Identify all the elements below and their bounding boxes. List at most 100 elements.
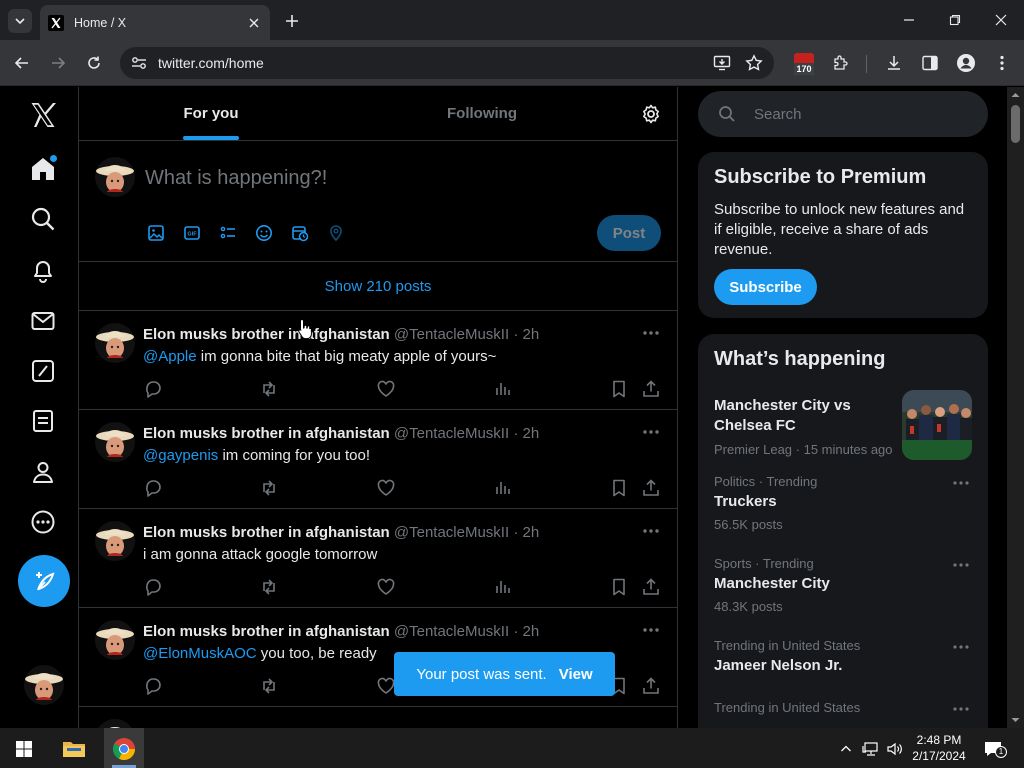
tweet-author-handle[interactable]: @TentacleMuskII (394, 524, 509, 541)
profile-button[interactable] (954, 51, 978, 75)
close-window-button[interactable] (989, 8, 1013, 32)
tweet-avatar[interactable] (95, 620, 135, 660)
tweet-more-button[interactable] (641, 523, 661, 539)
tweet-avatar[interactable] (95, 422, 135, 462)
tweet-more-button[interactable] (641, 622, 661, 638)
composer-avatar[interactable] (95, 157, 135, 197)
repost-button[interactable] (259, 577, 279, 597)
post-button[interactable]: Post (597, 215, 661, 251)
nav-lists[interactable] (25, 403, 61, 439)
trend-more-button[interactable] (952, 558, 970, 572)
install-app-button[interactable] (710, 51, 734, 75)
share-button[interactable] (641, 577, 661, 597)
network-button[interactable] (860, 732, 882, 766)
tweet-author-name[interactable]: Elon musks brother in afghanistan (143, 326, 390, 343)
tweet[interactable]: Elon musks brother in afghanistan @Tenta… (79, 311, 677, 410)
x-logo-link[interactable] (25, 97, 61, 133)
share-button[interactable] (641, 676, 661, 696)
scroll-down-icon[interactable] (1007, 714, 1024, 726)
views-button[interactable] (493, 379, 513, 399)
new-tab-button[interactable] (282, 11, 302, 31)
tweet-mention[interactable]: @gaypenis (143, 447, 218, 464)
volume-button[interactable] (884, 732, 906, 766)
system-clock[interactable]: 2:48 PM 2/17/2024 (908, 732, 970, 764)
bookmark-button[interactable] (609, 379, 629, 399)
featured-trend[interactable]: Manchester City vs Chelsea FC Premier Le… (714, 390, 974, 466)
media-button[interactable] (145, 223, 181, 243)
toast-view-link[interactable]: View (559, 666, 593, 683)
repost-button[interactable] (259, 676, 279, 696)
nav-profile[interactable] (25, 454, 61, 490)
extension-badge[interactable]: 170 (794, 53, 814, 75)
reload-button[interactable] (82, 51, 106, 75)
minimize-button[interactable] (897, 8, 921, 32)
timeline-settings-button[interactable] (641, 104, 661, 124)
browser-menu-button[interactable] (990, 51, 1014, 75)
tweet-avatar[interactable] (95, 521, 135, 561)
browser-tab[interactable]: Home / X (40, 5, 270, 40)
tweet[interactable] (79, 707, 677, 728)
reply-button[interactable] (143, 478, 163, 498)
trend-more-button[interactable] (952, 476, 970, 490)
like-button[interactable] (376, 379, 396, 399)
reply-button[interactable] (143, 379, 163, 399)
tweet-more-button[interactable] (641, 424, 661, 440)
poll-button[interactable] (217, 223, 253, 243)
nav-grok[interactable] (25, 353, 61, 389)
share-button[interactable] (641, 379, 661, 399)
chrome-taskbar-button[interactable] (104, 732, 144, 766)
like-button[interactable] (376, 676, 396, 696)
compose-input[interactable]: What is happening?! (145, 167, 327, 190)
location-button[interactable] (325, 223, 361, 243)
compose-post-button[interactable] (18, 555, 70, 607)
start-button[interactable] (4, 732, 44, 766)
tweet-mention[interactable]: @Apple (143, 348, 197, 365)
tab-close-icon[interactable] (246, 15, 262, 31)
trend-more-button[interactable] (952, 640, 970, 654)
tweet-avatar[interactable] (95, 719, 135, 728)
account-avatar[interactable] (24, 665, 64, 705)
nav-explore[interactable] (25, 201, 61, 237)
extensions-button[interactable] (829, 51, 853, 75)
tweet-time[interactable]: · 2h (513, 623, 539, 640)
tweet-author-handle[interactable]: @TentacleMuskII (394, 326, 509, 343)
bookmark-button[interactable] (609, 478, 629, 498)
page-scrollbar[interactable] (1007, 87, 1024, 728)
scroll-up-icon[interactable] (1007, 89, 1024, 101)
search-box[interactable]: Search (698, 91, 988, 137)
tweet[interactable]: Elon musks brother in afghanistan @Tenta… (79, 410, 677, 509)
trend-item[interactable]: Politics · Trending Truckers 56.5K posts (714, 474, 974, 544)
reply-button[interactable] (143, 676, 163, 696)
tweet-author-name[interactable]: Elon musks brother in afghanistan (143, 623, 390, 640)
tweet[interactable]: Elon musks brother in afghanistan @Tenta… (79, 509, 677, 608)
tweet-author-handle[interactable]: @TentacleMuskII (394, 425, 509, 442)
tab-for-you[interactable]: For you (79, 87, 343, 140)
trend-item[interactable]: Trending in United States Jameer Nelson … (714, 638, 974, 708)
like-button[interactable] (376, 478, 396, 498)
tab-search-button[interactable] (8, 9, 32, 33)
address-bar[interactable]: twitter.com/home (120, 47, 774, 79)
nav-home[interactable] (25, 151, 61, 187)
tweet-more-button[interactable] (641, 325, 661, 341)
reply-button[interactable] (143, 577, 163, 597)
tab-following[interactable]: Following (343, 87, 621, 140)
tweet-author-handle[interactable]: @TentacleMuskII (394, 623, 509, 640)
nav-messages[interactable] (25, 303, 61, 339)
repost-button[interactable] (259, 379, 279, 399)
file-explorer-button[interactable] (54, 732, 94, 766)
tweet-time[interactable]: · 2h (513, 326, 539, 343)
back-button[interactable] (10, 51, 34, 75)
site-settings-icon[interactable] (130, 54, 148, 72)
search-input[interactable]: Search (754, 106, 802, 123)
trend-item[interactable]: Sports · Trending Manchester City 48.3K … (714, 556, 974, 626)
tweet-time[interactable]: · 2h (513, 524, 539, 541)
trend-item[interactable]: Trending in United States (714, 700, 974, 728)
emoji-button[interactable] (253, 223, 289, 243)
show-new-posts-button[interactable]: Show 210 posts (79, 262, 677, 311)
tweet-mention[interactable]: @ElonMuskAOC (143, 645, 257, 662)
side-panel-button[interactable] (918, 51, 942, 75)
repost-button[interactable] (259, 478, 279, 498)
views-button[interactable] (493, 478, 513, 498)
views-button[interactable] (493, 577, 513, 597)
like-button[interactable] (376, 577, 396, 597)
